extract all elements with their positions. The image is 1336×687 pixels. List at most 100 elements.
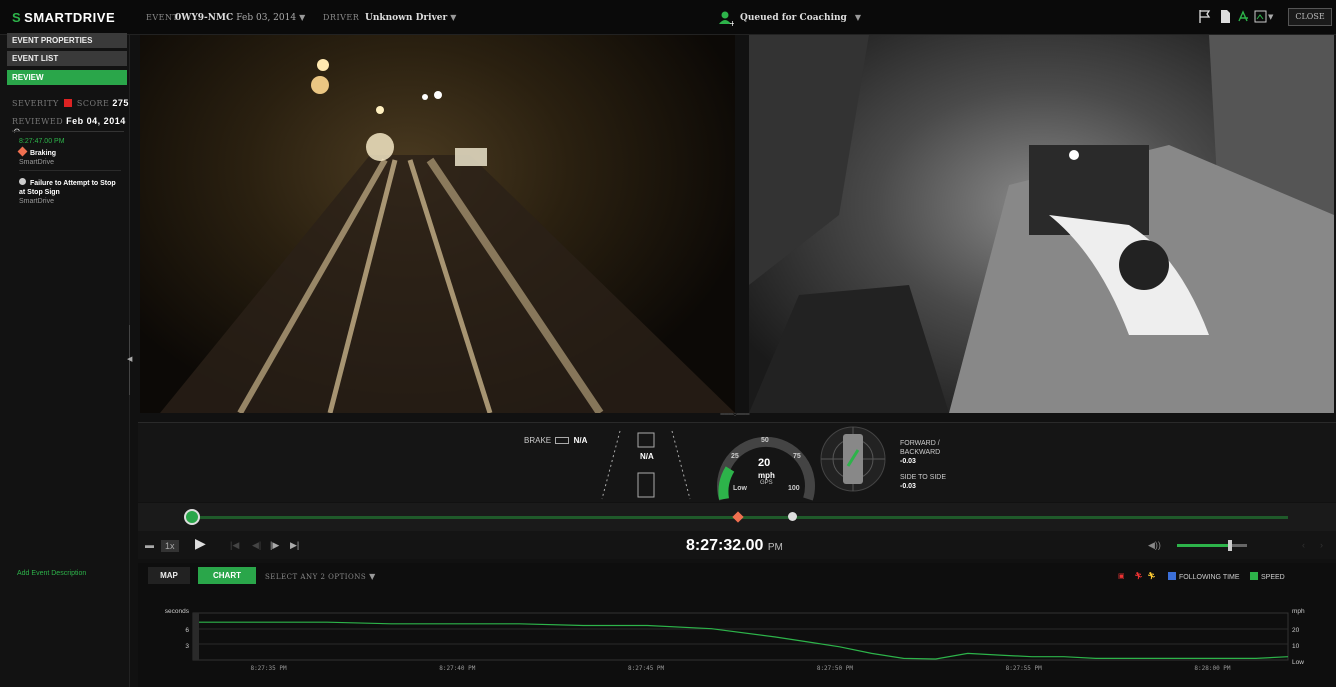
play-icon[interactable]: ▶: [195, 535, 206, 552]
event-list-button[interactable]: EVENT LIST: [7, 51, 127, 66]
playback-clock: 8:27:32.00 PM: [686, 537, 783, 555]
comment-icon[interactable]: ▬: [145, 540, 154, 550]
score-value: 275: [112, 98, 129, 108]
driver-selector[interactable]: Unknown Driver ▼: [365, 12, 456, 23]
sidebar: EVENT PROPERTIES EVENT LIST REVIEW SEVER…: [0, 33, 130, 687]
speed-tick: 25: [731, 453, 739, 460]
logo-mark-icon: S: [12, 10, 22, 25]
score-label: SCORE: [76, 99, 110, 108]
plot-left-band: [193, 613, 199, 660]
step-forward-icon[interactable]: |▶: [270, 540, 279, 551]
y2-tick-label: Low: [1292, 659, 1304, 666]
y2-tick-label: 10: [1292, 643, 1300, 650]
document-icon[interactable]: [1218, 9, 1232, 24]
review-button[interactable]: REVIEW: [7, 70, 127, 85]
export-icon[interactable]: ▼: [1254, 9, 1274, 24]
road-scene-image: [160, 59, 735, 413]
clock-time: 8:27:32.00: [686, 537, 764, 554]
driver-label: DRIVER: [323, 13, 360, 22]
event-properties-button[interactable]: EVENT PROPERTIES: [7, 33, 127, 48]
brake-label: BRAKE: [524, 436, 552, 445]
cab-scene-image: [749, 35, 1334, 413]
prev-icon[interactable]: ‹: [1302, 540, 1305, 550]
svg-text:▼: ▼: [1268, 13, 1274, 21]
coaching-status-text: Queued for Coaching: [740, 13, 847, 23]
speed-unit: mph: [758, 471, 775, 480]
coaching-status[interactable]: Queued for Coaching ▼: [740, 12, 861, 23]
severity-row: SEVERITY SCORE 275: [12, 98, 129, 108]
x-tick-label: 8:27:55 PM: [1006, 665, 1043, 672]
sidebar-divider: [12, 131, 124, 132]
sidebar-collapse-handle[interactable]: ◀: [127, 325, 134, 395]
event-title: Braking: [30, 150, 57, 157]
chevron-left-icon: ◀: [127, 356, 133, 363]
playhead-handle[interactable]: [184, 509, 200, 525]
playback-rate-button[interactable]: 1x: [161, 540, 179, 552]
pdf-icon[interactable]: [1236, 9, 1250, 24]
cab-camera-video[interactable]: [749, 35, 1334, 413]
forward-camera-video[interactable]: [140, 35, 735, 413]
y2-tick-label: 20: [1292, 627, 1300, 634]
reviewed-date: Feb 04, 2014: [66, 116, 126, 126]
event-date: Feb 03, 2014: [236, 13, 297, 23]
calendar-icon[interactable]: [63, 99, 72, 107]
event-item-braking[interactable]: Braking: [17, 146, 57, 158]
speed-value: 20: [758, 457, 771, 469]
event-selector[interactable]: 0WY9-NMC Feb 03, 2014 ▼: [175, 12, 305, 23]
chevron-down-icon: ▼: [450, 12, 457, 22]
brake-value: N/A: [573, 436, 588, 445]
fb-value: -0.03: [900, 458, 916, 465]
event-source: SmartDrive: [19, 198, 55, 205]
speed-low-label: Low: [733, 485, 747, 492]
volume-slider[interactable]: [1177, 540, 1247, 551]
timeline-scrubber[interactable]: [138, 503, 1336, 531]
skip-start-icon[interactable]: |◀: [230, 540, 239, 551]
stop-sign-event-marker[interactable]: [788, 512, 797, 521]
side-label: SIDE TO SIDE: [900, 474, 947, 481]
speed-series-line: [199, 621, 1289, 660]
event-title: Failure to Attempt to Stop at Stop Sign: [19, 180, 116, 196]
speed-tick: 100: [788, 485, 800, 492]
telemetry-gauges: BRAKE N/A N/A 25 50 75 100 20 mph GPS Lo…: [138, 422, 1336, 502]
next-icon[interactable]: ›: [1320, 540, 1323, 550]
y2-axis-label: mph: [1292, 608, 1305, 615]
app-root: S SMARTDRIVE EVENT 0WY9-NMC Feb 03, 2014 ▼…: [0, 0, 1336, 687]
y-tick-label: 6: [185, 627, 189, 634]
close-button[interactable]: CLOSE: [1288, 8, 1332, 26]
step-back-icon[interactable]: ◀|: [252, 540, 261, 551]
event-time: 8:27:47.00 PM: [19, 138, 65, 145]
smartdrive-logo[interactable]: S SMARTDRIVE: [12, 10, 115, 25]
brake-icon: [555, 437, 570, 444]
event-item-stop-sign[interactable]: Failure to Attempt to Stop at Stop Sign: [19, 178, 119, 197]
coaching-user-icon[interactable]: +: [718, 10, 734, 26]
clock-ampm: PM: [767, 542, 783, 553]
side-value: -0.03: [900, 483, 916, 490]
x-tick-label: 8:27:40 PM: [439, 665, 476, 672]
speed-source: GPS: [760, 480, 773, 486]
speed-tick: 75: [793, 453, 801, 460]
video-resize-handle[interactable]: ═══○═══: [705, 412, 765, 418]
flag-icon[interactable]: [1198, 9, 1212, 24]
add-event-description-link[interactable]: Add Event Description: [17, 570, 86, 577]
dot-icon: [19, 178, 26, 185]
braking-event-marker[interactable]: [732, 511, 744, 523]
reviewed-row: REVIEWED Feb 04, 2014 ↶: [12, 116, 129, 137]
chevron-down-icon: ▼: [299, 12, 306, 22]
driver-value: Unknown Driver: [365, 13, 448, 23]
fb-label: BACKWARD: [900, 449, 941, 456]
player-controls: ▬ 1x ▶ |◀ ◀| |▶ ▶| 8:27:32.00 PM ◀)) ‹ ›: [138, 531, 1336, 559]
y-tick-label: 3: [185, 643, 189, 650]
reviewed-label: REVIEWED: [12, 117, 64, 126]
y-axis-label: seconds: [165, 608, 190, 615]
lane-departure-icon: [601, 430, 691, 500]
svg-text:+: +: [729, 19, 734, 26]
volume-icon[interactable]: ◀)): [1148, 540, 1161, 551]
g-force-icon: [820, 426, 886, 492]
volume-handle[interactable]: [1227, 540, 1232, 551]
skip-end-icon[interactable]: ▶|: [290, 540, 299, 551]
fb-label: FORWARD /: [900, 440, 940, 447]
severity-label: SEVERITY: [12, 99, 59, 108]
event-label: EVENT: [146, 13, 179, 22]
diamond-icon: [17, 146, 28, 157]
brake-indicator: BRAKE N/A: [524, 436, 587, 445]
